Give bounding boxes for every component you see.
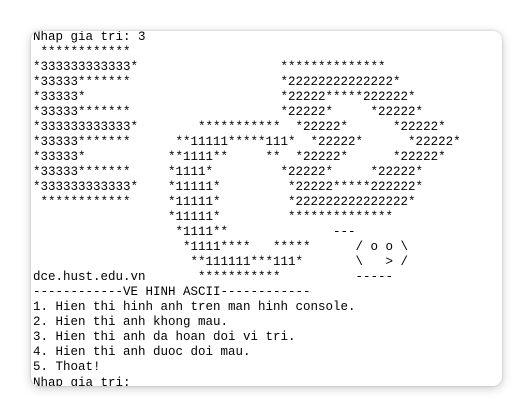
menu-item-4: 4. Hien thi anh duoc doi mau.: [33, 345, 251, 359]
menu-item-2: 2. Hien thi anh khong mau.: [33, 315, 229, 329]
console-input-caret[interactable]: [138, 375, 145, 386]
console-line: **111111***111* \ > /: [33, 255, 409, 269]
menu-item-1: 1. Hien thi hinh anh tren man hinh conso…: [33, 300, 356, 314]
console-line: *1111**** ***** / o o \: [33, 240, 409, 254]
console-line: *33333******* *22222* *22222*: [33, 105, 424, 119]
console-line: *33333* **1111** ** *22222* *22222*: [33, 150, 446, 164]
console-line: *333333333333* *********** *22222* *2222…: [33, 120, 446, 134]
menu-item-5: 5. Thoat!: [33, 360, 101, 374]
console-line: *33333******* *22222222222222*: [33, 75, 401, 89]
console-line: Nhap gia tri: 3: [33, 31, 146, 44]
console-window: Nhap gia tri: 3 ************ *3333333333…: [31, 31, 502, 386]
input-prompt: Nhap gia tri:: [33, 376, 139, 386]
console-line: *333333333333* *11111* *22222*****222222…: [33, 180, 424, 194]
console-line: *1111** ---: [33, 225, 356, 239]
console-output: Nhap gia tri: 3 ************ *3333333333…: [33, 31, 461, 386]
console-line: ************ *11111* *222222222222222*: [33, 195, 416, 209]
console-line: dce.hust.edu.vn *********** -----: [33, 270, 394, 284]
console-line: *333333333333* **************: [33, 60, 386, 74]
console-line: *33333* *22222*****222222*: [33, 90, 416, 104]
console-line: *11111* **************: [33, 210, 394, 224]
menu-header: ------------VE HINH ASCII------------: [33, 285, 311, 299]
console-line: *33333******* *1111* *22222* *22222*: [33, 165, 424, 179]
input-prompt-line[interactable]: Nhap gia tri:: [33, 375, 461, 386]
console-line: ************: [33, 45, 274, 59]
console-line: *33333******* **11111*****111* *22222* *…: [33, 135, 461, 149]
menu-item-3: 3. Hien thi anh da hoan doi vi tri.: [33, 330, 296, 344]
